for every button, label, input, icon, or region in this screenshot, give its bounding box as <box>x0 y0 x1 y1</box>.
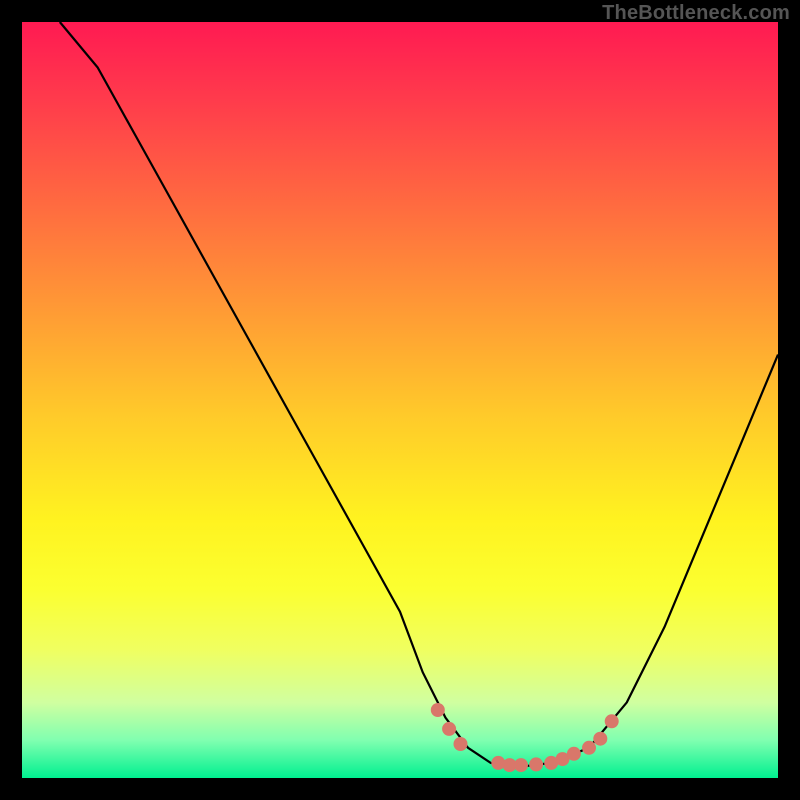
optimal-marker <box>593 732 607 746</box>
optimal-marker <box>514 758 528 772</box>
optimal-marker <box>431 703 445 717</box>
optimal-marker <box>605 714 619 728</box>
optimal-marker <box>442 722 456 736</box>
optimal-marker <box>529 757 543 771</box>
optimal-range-markers <box>431 703 619 772</box>
optimal-marker <box>582 741 596 755</box>
bottleneck-curve <box>60 22 778 767</box>
watermark-text: TheBottleneck.com <box>602 2 790 25</box>
chart-frame <box>22 22 778 778</box>
optimal-marker <box>454 737 468 751</box>
optimal-marker <box>567 747 581 761</box>
chart-svg <box>22 22 778 778</box>
